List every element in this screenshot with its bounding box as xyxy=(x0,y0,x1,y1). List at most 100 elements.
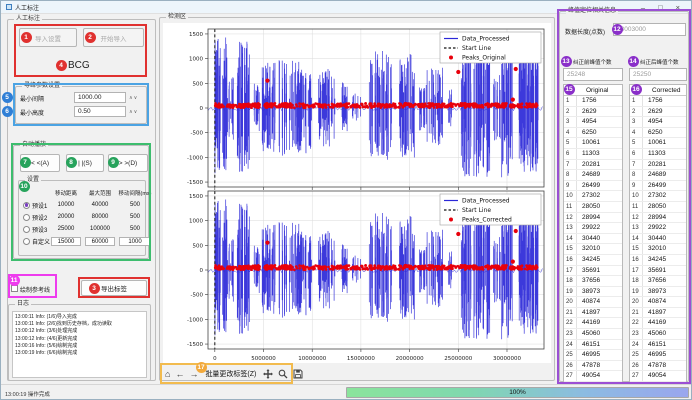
preset-row[interactable]: 预设22000080000500 xyxy=(23,211,143,223)
table-row[interactable]: 2141897 xyxy=(564,308,622,319)
table-row[interactable]: 2040874 xyxy=(564,297,622,308)
autoplay-pause-button[interactable]: | |(S) xyxy=(66,154,104,172)
table-row[interactable]: 1735691 xyxy=(630,266,686,277)
table-row[interactable]: 1128050 xyxy=(564,202,622,213)
preset-radio[interactable] xyxy=(23,214,30,221)
signal-plot-original[interactable]: -1500-1000-500050010001500Data_Processed… xyxy=(163,23,551,190)
row-index: 23 xyxy=(630,329,643,339)
export-labels-button[interactable]: 导出标签 xyxy=(81,280,147,296)
table-row[interactable]: 2546995 xyxy=(564,350,622,361)
table-row[interactable]: 1329922 xyxy=(630,223,686,234)
table-row[interactable]: 1735691 xyxy=(564,266,622,277)
preset-row[interactable]: 预设325000100000500 xyxy=(23,223,143,235)
table-row[interactable]: 720281 xyxy=(564,160,622,171)
table-row[interactable]: 824689 xyxy=(630,170,686,181)
min-height-spinner[interactable]: ∧∨ xyxy=(129,109,138,115)
peak-position-value: 40874 xyxy=(643,297,666,307)
table-row[interactable]: 2345060 xyxy=(564,329,622,340)
table-row[interactable]: 1027302 xyxy=(630,191,686,202)
min-height-input[interactable]: 0.50 xyxy=(74,106,126,117)
table-row[interactable]: 1532010 xyxy=(564,244,622,255)
min-interval-input[interactable]: 1000.00 xyxy=(74,92,126,103)
save-icon[interactable] xyxy=(293,369,303,379)
table-row[interactable]: 1938973 xyxy=(630,287,686,298)
table-row[interactable]: 1938973 xyxy=(564,287,622,298)
table-row[interactable]: 46250 xyxy=(564,128,622,139)
table-row[interactable]: 2244169 xyxy=(630,318,686,329)
preset-value-input[interactable]: 1000 xyxy=(119,237,151,246)
row-index: 16 xyxy=(564,255,577,265)
table-row[interactable]: 22629 xyxy=(564,107,622,118)
table-row[interactable]: 926499 xyxy=(564,181,622,192)
peak-position-value: 29922 xyxy=(577,223,600,233)
table-row[interactable]: 1027302 xyxy=(564,191,622,202)
table-row[interactable]: 1634245 xyxy=(564,255,622,266)
peak-position-value: 38973 xyxy=(577,287,600,297)
original-peaks-table[interactable]: Original 1175622629349544625051006161130… xyxy=(563,84,623,382)
table-row[interactable]: 2647878 xyxy=(630,361,686,372)
table-row[interactable]: 2546995 xyxy=(630,350,686,361)
table-row[interactable]: 2345060 xyxy=(630,329,686,340)
table-row[interactable]: 1228994 xyxy=(630,213,686,224)
start-import-button[interactable]: 开始导入 xyxy=(83,28,144,47)
svg-text:-1000: -1000 xyxy=(187,155,203,161)
log-output[interactable]: 13:00:11 Info: (1/6)导入完成13:00:11 Info: (… xyxy=(12,311,147,378)
table-row[interactable]: 1837656 xyxy=(564,276,622,287)
autoplay-back-button[interactable]: < <(A) xyxy=(20,154,60,172)
preset-value-input[interactable]: 15000 xyxy=(51,237,81,246)
table-row[interactable]: 11756 xyxy=(630,96,686,107)
forward-icon[interactable]: → xyxy=(189,369,198,379)
preset-radio[interactable] xyxy=(23,202,30,209)
table-row[interactable]: 1532010 xyxy=(630,244,686,255)
import-settings-button[interactable]: 导入设置 xyxy=(19,28,77,47)
table-row[interactable]: 510061 xyxy=(564,138,622,149)
min-interval-spinner[interactable]: ∧∨ xyxy=(129,95,138,101)
table-row[interactable]: 1228994 xyxy=(564,213,622,224)
table-row[interactable]: 2040874 xyxy=(630,297,686,308)
row-index: 27 xyxy=(630,371,643,381)
table-row[interactable]: 2141897 xyxy=(630,308,686,319)
back-icon[interactable]: ← xyxy=(175,369,184,379)
peak-params-group: 寻峰参数设置 最小间隔 1000.00 ∧∨ 最小高度 0.50 ∧∨ xyxy=(15,86,147,124)
table-row[interactable]: 2647878 xyxy=(564,361,622,372)
table-row[interactable]: 34954 xyxy=(630,117,686,128)
table-row[interactable]: 2749054 xyxy=(564,371,622,382)
preset-row[interactable]: 自定义15000600001000 xyxy=(23,235,143,247)
signal-plot-corrected[interactable]: -1500-1000-50005001000150005000000100000… xyxy=(163,189,551,365)
pan-icon[interactable] xyxy=(263,369,273,379)
preset-radio[interactable] xyxy=(23,226,30,233)
table-row[interactable]: 2446151 xyxy=(564,340,622,351)
table-row[interactable]: 11756 xyxy=(564,96,622,107)
table-row[interactable]: 2244169 xyxy=(564,318,622,329)
reference-line-checkbox[interactable] xyxy=(11,285,18,292)
table-row[interactable]: 2446151 xyxy=(630,340,686,351)
table-row[interactable]: 611303 xyxy=(630,149,686,160)
table-row[interactable]: 611303 xyxy=(564,149,622,160)
table-row[interactable]: 1430440 xyxy=(630,234,686,245)
table-row[interactable]: 926499 xyxy=(630,181,686,192)
batch-edit-labels-button[interactable]: 批量更改标签(Z) xyxy=(203,368,258,380)
corrected-peaks-table[interactable]: Corrected 117562262934954462505100616113… xyxy=(629,84,687,382)
table-row[interactable]: 824689 xyxy=(564,170,622,181)
table-row[interactable]: 1128050 xyxy=(630,202,686,213)
table-row[interactable]: 34954 xyxy=(564,117,622,128)
table-row[interactable]: 510061 xyxy=(630,138,686,149)
table-row[interactable]: 1634245 xyxy=(630,255,686,266)
svg-text:1000: 1000 xyxy=(189,57,203,63)
table-row[interactable]: 22629 xyxy=(630,107,686,118)
preset-label: 预设3 xyxy=(32,225,47,234)
table-row[interactable]: 1430440 xyxy=(564,234,622,245)
preset-radio[interactable] xyxy=(23,238,30,245)
preset-row[interactable]: 预设11000040000500 xyxy=(23,199,143,211)
autoplay-forward-button[interactable]: > >(D) xyxy=(108,154,148,172)
home-icon[interactable]: ⌂ xyxy=(165,369,170,379)
table-row[interactable]: 1329922 xyxy=(564,223,622,234)
table-row[interactable]: 1837656 xyxy=(630,276,686,287)
table-row[interactable]: 46250 xyxy=(630,128,686,139)
table-row[interactable]: 720281 xyxy=(630,160,686,171)
table-row[interactable]: 2749054 xyxy=(630,371,686,382)
svg-text:0: 0 xyxy=(200,106,204,112)
zoom-icon[interactable] xyxy=(278,369,288,379)
preset-value-input[interactable]: 60000 xyxy=(85,237,115,246)
row-index: 1 xyxy=(630,96,643,106)
